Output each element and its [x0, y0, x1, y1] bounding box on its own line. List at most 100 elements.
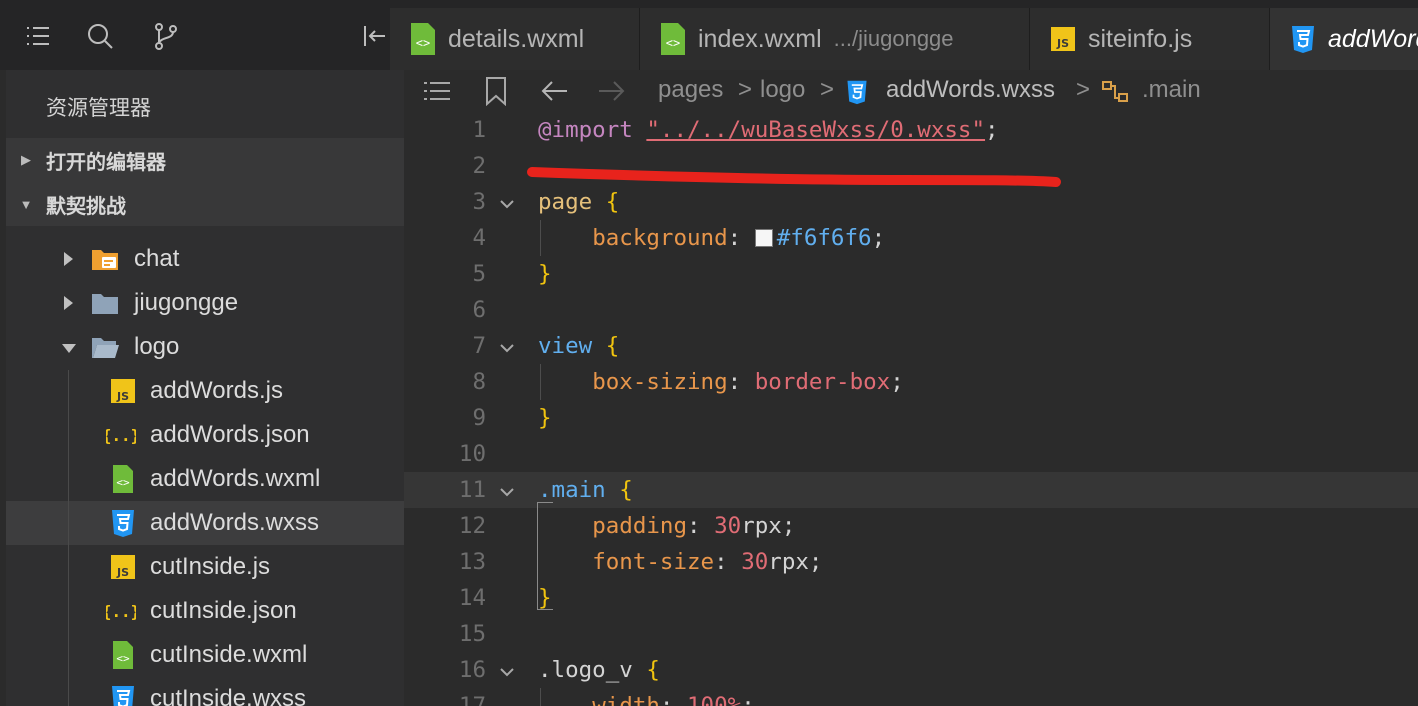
tree-file-cutinside-wxss[interactable]: cutInside.wxss — [6, 677, 404, 706]
tree-file-cutinside-json[interactable]: {..} cutInside.json — [6, 589, 404, 633]
top-bar: <> details.wxml <> index.wxml .../jiugon… — [0, 0, 1418, 70]
code-text: padding: 30rpx; — [538, 508, 795, 544]
code-token: rpx; — [741, 513, 796, 539]
indent-guide — [540, 688, 541, 706]
tab-siteinfo-js[interactable]: JS siteinfo.js — [1030, 8, 1270, 70]
svg-text:<>: <> — [666, 36, 680, 50]
file-tree: chat jiugongge logo JS addWords.js {..} … — [6, 231, 404, 706]
tree-file-cutinside-js[interactable]: JS cutInside.js — [6, 545, 404, 589]
code-line[interactable]: 14} — [404, 580, 1418, 616]
code-token: .logo_v — [538, 657, 647, 683]
section-open-editors[interactable]: ▶ 打开的编辑器 — [6, 138, 404, 182]
breadcrumb-item[interactable]: logo — [760, 76, 805, 104]
code-line[interactable]: 7 view { — [404, 328, 1418, 364]
code-token: : — [659, 693, 688, 706]
code-token: background — [592, 225, 728, 251]
css-file-icon — [1292, 26, 1314, 53]
arrow-left-icon[interactable] — [540, 78, 570, 104]
explorer-title: 资源管理器 — [46, 97, 151, 120]
code-line[interactable]: 16 .logo_v { — [404, 652, 1418, 688]
code-line[interactable]: 4 background: #f6f6f6; — [404, 220, 1418, 256]
tree-folder-jiugongge[interactable]: jiugongge — [6, 281, 404, 325]
bookmark-icon[interactable] — [484, 76, 508, 106]
line-number: 1 — [472, 117, 486, 143]
tree-indent-guide — [68, 370, 69, 706]
code-line[interactable]: 11 .main { — [404, 472, 1418, 508]
svg-text:JS: JS — [1056, 37, 1069, 50]
tab-details-wxml[interactable]: <> details.wxml — [390, 8, 640, 70]
tab-addwords-wxss[interactable]: addWords.wxss — [1270, 8, 1418, 70]
code-line[interactable]: 9} — [404, 400, 1418, 436]
breadcrumb-item[interactable]: addWords.wxss — [886, 76, 1055, 104]
list-icon[interactable] — [20, 18, 56, 54]
code-line[interactable]: 13 font-size: 30rpx; — [404, 544, 1418, 580]
code-text: .logo_v { — [538, 652, 660, 688]
tree-file-addwords-wxml[interactable]: <> addWords.wxml — [6, 457, 404, 501]
tree-file-addwords-json[interactable]: {..} addWords.json — [6, 413, 404, 457]
js-file-icon: JS — [111, 379, 135, 403]
code-line[interactable]: 1 @import "../../wuBaseWxss/0.wxss"; — [404, 112, 1418, 148]
code-line[interactable]: 12 padding: 30rpx; — [404, 508, 1418, 544]
code-line[interactable]: 10 — [404, 436, 1418, 472]
code-text: box-sizing: border-box; — [538, 364, 904, 400]
code-line[interactable]: 6 — [404, 292, 1418, 328]
code-token: { — [605, 333, 620, 359]
tree-folder-logo[interactable]: logo — [6, 325, 404, 369]
fold-chevron-icon[interactable] — [500, 665, 514, 679]
svg-text:{..}: {..} — [106, 602, 136, 621]
js-file-icon: JS — [1051, 27, 1075, 51]
chevron-right-icon: ▶ — [21, 152, 31, 167]
wxml-file-icon: <> — [113, 465, 133, 493]
fold-chevron-icon[interactable] — [500, 341, 514, 355]
breadcrumb-item[interactable]: .main — [1142, 76, 1201, 104]
branch-icon[interactable] — [148, 18, 184, 54]
symbol-class-icon — [1102, 81, 1128, 102]
line-number: 12 — [458, 513, 486, 539]
color-swatch[interactable] — [754, 229, 773, 247]
section-project[interactable]: ▼ 默契挑战 — [6, 182, 404, 226]
tab-index-wxml[interactable]: <> index.wxml .../jiugongge — [640, 8, 1030, 70]
folder-open-icon — [92, 338, 119, 358]
code-token: : — [727, 225, 755, 251]
line-number: 7 — [472, 333, 486, 359]
code-line[interactable]: 15 — [404, 616, 1418, 652]
fold-chevron-icon[interactable] — [500, 485, 514, 499]
indent-guide — [540, 364, 541, 400]
breadcrumb-separator: > — [820, 76, 835, 103]
code-token: 100% — [687, 693, 742, 706]
line-number: 16 — [458, 657, 486, 683]
svg-text:JS: JS — [116, 566, 129, 579]
code-token: : — [727, 369, 755, 395]
red-underline-annotation — [527, 167, 1061, 187]
json-file-icon: {..} — [106, 426, 136, 445]
arrow-right-icon[interactable] — [596, 78, 626, 104]
code-token: border-box — [754, 369, 891, 395]
tree-file-addwords-wxss[interactable]: addWords.wxss — [6, 501, 404, 545]
svg-text:<>: <> — [416, 36, 430, 50]
search-icon[interactable] — [82, 18, 118, 54]
line-number: 4 — [472, 225, 486, 251]
editor-tabs: <> details.wxml <> index.wxml .../jiugon… — [350, 0, 1418, 70]
code-line[interactable]: 8 box-sizing: border-box; — [404, 364, 1418, 400]
chevron-right-icon — [64, 296, 73, 310]
code-token: #f6f6f6 — [776, 225, 872, 251]
indent-guide — [540, 220, 541, 256]
fold-chevron-icon[interactable] — [500, 197, 514, 211]
code-line[interactable]: 17 width: 100%; — [404, 688, 1418, 706]
line-number: 10 — [458, 441, 486, 467]
breadcrumb-item[interactable]: pages — [658, 76, 723, 104]
tree-folder-chat[interactable]: chat — [6, 237, 404, 281]
outline-list-icon[interactable] — [422, 78, 452, 104]
line-number: 11 — [458, 477, 486, 503]
tree-file-addwords-js[interactable]: JS addWords.js — [6, 369, 404, 413]
tree-file-cutinside-wxml[interactable]: <> cutInside.wxml — [6, 633, 404, 677]
code-token: "../../wuBaseWxss/0.wxss" — [646, 117, 986, 143]
explorer-sidebar: 资源管理器 ▶ 打开的编辑器 ▼ 默契挑战 chat jiugongge log… — [6, 70, 404, 706]
code-line[interactable]: 5} — [404, 256, 1418, 292]
code-editor[interactable]: pages > logo > addWords.wxss > .main 1 @i… — [404, 70, 1418, 706]
svg-text:<>: <> — [116, 652, 130, 665]
chevron-down-icon — [62, 344, 76, 353]
